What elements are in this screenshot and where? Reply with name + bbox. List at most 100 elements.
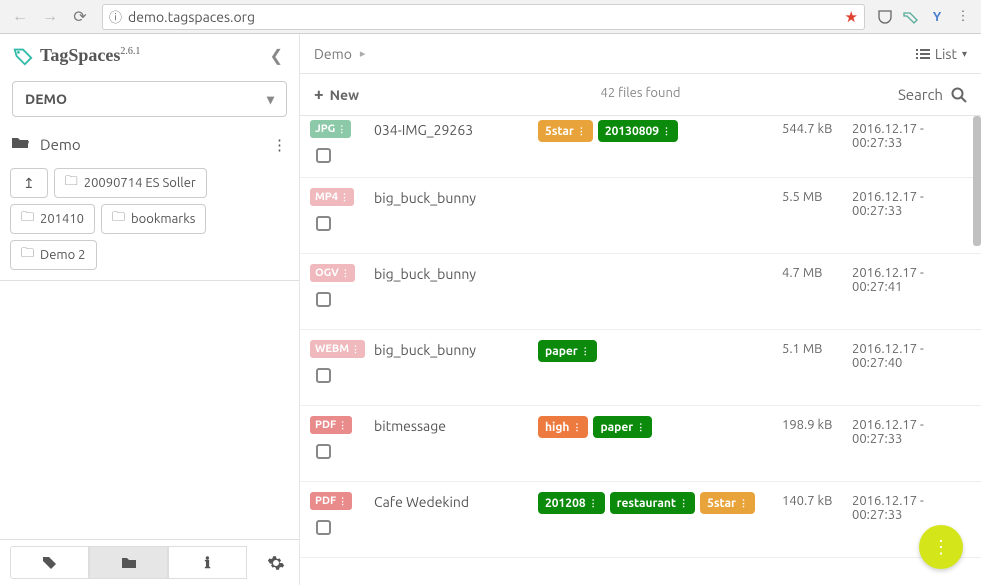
file-name[interactable]: 034-IMG_29263 — [374, 120, 524, 169]
subfolder-chip[interactable]: 🗀201410 — [10, 204, 95, 234]
tag-menu-icon[interactable]: ⋮ — [589, 500, 598, 506]
ext-menu-icon[interactable]: ⋮ — [351, 346, 360, 352]
file-size: 5.1 MB — [782, 340, 838, 397]
level-up-icon: ↥ — [21, 175, 37, 192]
location-selected: DEMO — [25, 91, 67, 107]
url-text: demo.tagspaces.org — [128, 9, 255, 25]
ext-menu-icon[interactable]: ⋮ — [338, 422, 347, 428]
nav-tags-button[interactable] — [10, 546, 89, 579]
folder-menu-icon[interactable]: ⋮ — [272, 136, 287, 154]
settings-icon[interactable] — [253, 540, 299, 585]
tag-menu-icon[interactable]: ⋮ — [572, 424, 581, 430]
file-checkbox[interactable] — [316, 216, 331, 231]
folder-icon: 🗀 — [21, 208, 34, 230]
bookmark-star-icon[interactable]: ★ — [845, 8, 858, 26]
file-name[interactable]: big_buck_bunny — [374, 188, 524, 245]
file-checkbox[interactable] — [316, 292, 331, 307]
file-row[interactable]: JPG⋮ 034-IMG_29263 5star⋮20130809⋮ 544.7… — [300, 116, 981, 178]
ext-menu-icon[interactable]: ⋮ — [340, 194, 349, 200]
file-row[interactable]: OGV⋮ big_buck_bunny 4.7 MB 2016.12.17 - … — [300, 254, 981, 330]
file-ext-badge[interactable]: JPG⋮ — [310, 120, 351, 138]
file-row[interactable]: MP4⋮ big_buck_bunny 5.5 MB 2016.12.17 - … — [300, 178, 981, 254]
info-icon[interactable]: ⓘ — [109, 7, 122, 26]
file-ext-badge[interactable]: MP4⋮ — [310, 188, 354, 206]
location-dropdown[interactable]: DEMO ▾ — [12, 81, 287, 117]
fab-button[interactable]: ⋮ — [919, 525, 963, 569]
folder-name: Demo — [40, 136, 81, 153]
ublock-icon[interactable] — [873, 5, 897, 29]
nav-info-button[interactable]: ℹ — [168, 546, 247, 579]
tag-ext-icon[interactable] — [899, 5, 923, 29]
file-row[interactable]: PDF⋮ Cafe Wedekind 201208⋮restaurant⋮5st… — [300, 482, 981, 558]
file-checkbox[interactable] — [316, 368, 331, 383]
tag[interactable]: paper⋮ — [593, 416, 652, 438]
sidebar: TagSpaces2.6.1 ❮ DEMO ▾ Demo ⋮ ↥ 🗀200907… — [0, 34, 300, 585]
subfolder-chip[interactable]: 🗀bookmarks — [101, 204, 206, 234]
file-size: 140.7 kB — [782, 492, 838, 549]
plus-icon: + — [314, 85, 324, 104]
caret-down-icon: ▾ — [267, 91, 274, 108]
search-button[interactable]: Search — [898, 86, 967, 103]
file-checkbox[interactable] — [316, 148, 331, 163]
file-ext-badge[interactable]: PDF⋮ — [310, 416, 352, 434]
ext-menu-icon[interactable]: ⋮ — [338, 498, 347, 504]
file-row[interactable]: PDF⋮ bitmessage high⋮paper⋮ 198.9 kB 201… — [300, 406, 981, 482]
file-name[interactable]: bitmessage — [374, 416, 524, 473]
back-icon[interactable]: ← — [6, 3, 34, 31]
tag[interactable]: 5star⋮ — [538, 120, 593, 142]
chevron-right-icon: ▸ — [360, 47, 366, 60]
file-tags: paper⋮ — [538, 340, 768, 397]
file-name[interactable]: big_buck_bunny — [374, 264, 524, 321]
breadcrumb[interactable]: Demo — [314, 46, 352, 62]
tag-menu-icon[interactable]: ⋮ — [577, 128, 586, 134]
reload-icon[interactable]: ⟳ — [66, 3, 94, 31]
folder-open-icon — [12, 135, 30, 154]
tag[interactable]: high⋮ — [538, 416, 588, 438]
file-name[interactable]: big_buck_bunny — [374, 340, 524, 397]
ext-menu-icon[interactable]: ⋮ — [337, 126, 346, 132]
tag[interactable]: restaurant⋮ — [610, 492, 696, 514]
tag[interactable]: paper⋮ — [538, 340, 597, 362]
subfolder-chip[interactable]: 🗀20090714 ES Soller — [54, 168, 207, 198]
tag[interactable]: 5star⋮ — [700, 492, 755, 514]
file-row[interactable]: WEBM⋮ big_buck_bunny paper⋮ 5.1 MB 2016.… — [300, 330, 981, 406]
folder-icon: 🗀 — [112, 208, 125, 230]
file-name[interactable]: Cafe Wedekind — [374, 492, 524, 549]
tag-menu-icon[interactable]: ⋮ — [662, 128, 671, 134]
parent-folder-chip[interactable]: ↥ — [10, 168, 48, 198]
folder-header: Demo ⋮ — [0, 127, 299, 162]
file-checkbox[interactable] — [316, 520, 331, 535]
search-icon — [951, 87, 967, 103]
view-mode-button[interactable]: List ▾ — [916, 46, 967, 62]
file-ext-badge[interactable]: WEBM⋮ — [310, 340, 365, 358]
tag-menu-icon[interactable]: ⋮ — [679, 500, 688, 506]
tag-menu-icon[interactable]: ⋮ — [581, 348, 590, 354]
file-ext-badge[interactable]: OGV⋮ — [310, 264, 355, 282]
forward-icon[interactable]: → — [36, 3, 64, 31]
y-ext-icon[interactable]: Y — [925, 5, 949, 29]
file-checkbox[interactable] — [316, 444, 331, 459]
file-tags: 5star⋮20130809⋮ — [538, 120, 768, 169]
tag[interactable]: 20130809⋮ — [598, 120, 678, 142]
file-tags: 201208⋮restaurant⋮5star⋮ — [538, 492, 768, 549]
file-ext-badge[interactable]: PDF⋮ — [310, 492, 352, 510]
tag[interactable]: 201208⋮ — [538, 492, 605, 514]
browser-menu-icon[interactable]: ⋮ — [951, 5, 975, 29]
tag-menu-icon[interactable]: ⋮ — [636, 424, 645, 430]
url-bar[interactable]: ⓘ demo.tagspaces.org ★ — [102, 4, 865, 30]
browser-toolbar: ← → ⟳ ⓘ demo.tagspaces.org ★ Y ⋮ — [0, 0, 981, 34]
sidebar-bottom-nav: ℹ — [0, 539, 299, 585]
subfolder-chip[interactable]: 🗀Demo 2 — [10, 240, 97, 270]
tag-menu-icon[interactable]: ⋮ — [739, 500, 748, 506]
ext-menu-icon[interactable]: ⋮ — [341, 270, 350, 276]
nav-folders-button[interactable] — [89, 546, 168, 579]
collapse-sidebar-icon[interactable]: ❮ — [266, 42, 287, 69]
file-size: 544.7 kB — [782, 120, 838, 169]
file-tags — [538, 188, 768, 245]
scrollbar[interactable] — [973, 116, 981, 246]
file-tags — [538, 264, 768, 321]
new-button[interactable]: + New — [314, 85, 359, 104]
file-tags: high⋮paper⋮ — [538, 416, 768, 473]
file-date: 2016.12.17 - 00:27:33 — [852, 416, 952, 473]
file-date: 2016.12.17 - 00:27:41 — [852, 264, 952, 321]
